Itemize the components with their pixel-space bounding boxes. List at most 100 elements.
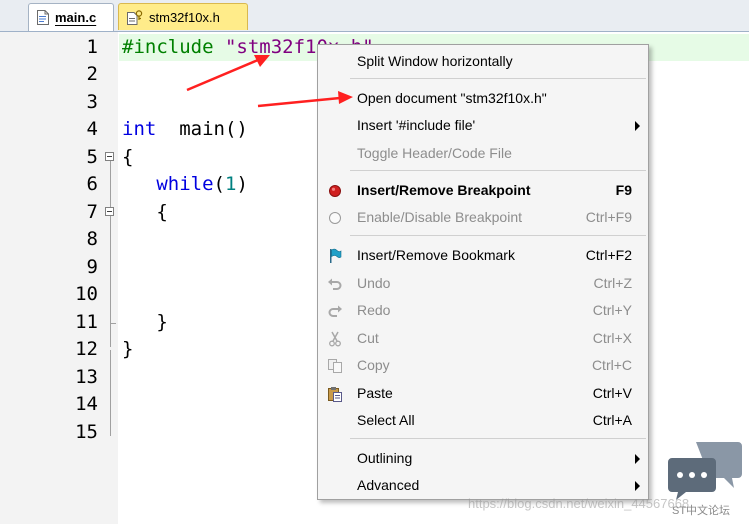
menu-separator bbox=[350, 170, 646, 171]
menu-item-shortcut: Ctrl+F2 bbox=[585, 247, 632, 263]
paste-icon bbox=[327, 385, 343, 402]
menu-item-label: Select All bbox=[357, 412, 415, 428]
line-number: 13 bbox=[75, 366, 98, 388]
tab-stm32f10x-h-label: stm32f10x.h bbox=[149, 9, 220, 25]
forum-logo-text: ST中文论坛 bbox=[672, 505, 731, 517]
redo-icon bbox=[327, 302, 343, 318]
menu-item-label: Paste bbox=[357, 385, 393, 401]
menu-item-toggle-header[interactable]: Toggle Header/Code File bbox=[318, 141, 648, 166]
line-number: 7 bbox=[86, 201, 98, 223]
menu-item-shortcut: Ctrl+X bbox=[592, 330, 632, 346]
tab-main-c-label: main.c bbox=[55, 10, 97, 25]
include-directive: #include bbox=[122, 36, 214, 58]
while-keyword: while bbox=[156, 173, 214, 195]
watermark-url: https://blog.csdn.net/weixin_44567668 bbox=[468, 496, 690, 511]
menu-item-shortcut: F9 bbox=[615, 182, 632, 198]
type-keyword: int bbox=[122, 118, 157, 140]
menu-item-insert-bookmark[interactable]: Insert/Remove Bookmark Ctrl+F2 bbox=[318, 243, 648, 268]
menu-item-paste[interactable]: Paste Ctrl+V bbox=[318, 381, 648, 406]
brace-close: } bbox=[156, 311, 168, 333]
fold-guide bbox=[110, 350, 111, 436]
code-line-4: int main() bbox=[122, 116, 248, 143]
line-number: 5 bbox=[86, 146, 98, 168]
menu-item-label: Cut bbox=[357, 330, 379, 346]
menu-item-undo[interactable]: Undo Ctrl+Z bbox=[318, 271, 648, 296]
line-number: 1 bbox=[86, 36, 98, 58]
menu-item-insert-include[interactable]: Insert '#include file' bbox=[318, 113, 648, 138]
menu-item-outlining[interactable]: Outlining bbox=[318, 446, 648, 471]
submenu-arrow-icon bbox=[635, 121, 640, 131]
line-number: 8 bbox=[86, 228, 98, 250]
menu-item-cut[interactable]: Cut Ctrl+X bbox=[318, 326, 648, 351]
breakpoint-disabled-icon bbox=[327, 209, 343, 225]
line-number: 9 bbox=[86, 256, 98, 278]
menu-separator bbox=[350, 78, 646, 79]
line-number: 10 bbox=[75, 283, 98, 305]
menu-separator bbox=[350, 235, 646, 236]
menu-item-shortcut: Ctrl+C bbox=[591, 357, 632, 373]
forum-logo-icon bbox=[668, 442, 742, 500]
fold-guide bbox=[110, 161, 111, 347]
menu-item-split-window[interactable]: Split Window horizontally bbox=[318, 49, 648, 74]
menu-item-shortcut: Ctrl+F9 bbox=[585, 209, 632, 225]
fold-toggle-main[interactable] bbox=[105, 152, 114, 161]
code-line-6: while(1) bbox=[122, 171, 248, 198]
cut-icon bbox=[327, 330, 343, 347]
code-line-11: } bbox=[122, 309, 168, 336]
line-number: 14 bbox=[75, 393, 98, 415]
menu-item-label: Split Window horizontally bbox=[357, 53, 513, 69]
menu-item-label: Enable/Disable Breakpoint bbox=[357, 209, 522, 225]
menu-item-label: Insert/Remove Breakpoint bbox=[357, 182, 531, 198]
copy-icon bbox=[327, 357, 343, 373]
editor-tab-bar: main.c stm32f10x.h bbox=[0, 0, 749, 32]
menu-item-label: Toggle Header/Code File bbox=[357, 145, 512, 161]
menu-item-shortcut: Ctrl+V bbox=[592, 385, 632, 401]
menu-item-redo[interactable]: Redo Ctrl+Y bbox=[318, 298, 648, 323]
menu-item-shortcut: Ctrl+A bbox=[592, 412, 632, 428]
menu-item-label: Copy bbox=[357, 357, 390, 373]
code-line-5: { bbox=[122, 146, 134, 168]
fold-guide-end bbox=[110, 323, 116, 324]
brace-open: { bbox=[156, 201, 168, 223]
line-number: 3 bbox=[86, 91, 98, 113]
number-literal: 1 bbox=[224, 173, 237, 195]
menu-item-shortcut: Ctrl+Z bbox=[593, 275, 633, 291]
line-number: 11 bbox=[75, 311, 98, 333]
tab-stm32f10x-h[interactable]: stm32f10x.h bbox=[118, 3, 248, 30]
submenu-arrow-icon bbox=[635, 481, 640, 491]
menu-item-label: Insert '#include file' bbox=[357, 117, 476, 133]
line-number: 4 bbox=[86, 118, 98, 140]
submenu-arrow-icon bbox=[635, 454, 640, 464]
menu-separator bbox=[350, 438, 646, 439]
menu-item-label: Outlining bbox=[357, 450, 413, 466]
code-line-12: } bbox=[122, 338, 134, 360]
menu-item-label: Redo bbox=[357, 302, 391, 318]
tab-main-c[interactable]: main.c bbox=[28, 3, 114, 31]
paren-open: ( bbox=[213, 173, 225, 195]
menu-item-enable-breakpoint[interactable]: Enable/Disable Breakpoint Ctrl+F9 bbox=[318, 205, 648, 230]
header-file-icon bbox=[127, 9, 143, 25]
menu-item-open-document[interactable]: Open document "stm32f10x.h" bbox=[318, 86, 648, 111]
undo-icon bbox=[327, 275, 343, 291]
line-number: 2 bbox=[86, 63, 98, 85]
line-number: 15 bbox=[75, 421, 98, 443]
menu-item-insert-breakpoint[interactable]: Insert/Remove Breakpoint F9 bbox=[318, 178, 648, 203]
paren-close: ) bbox=[236, 173, 248, 195]
bookmark-flag-icon bbox=[327, 247, 343, 263]
editor-context-menu: Split Window horizontally Open document … bbox=[317, 44, 649, 500]
menu-item-shortcut: Ctrl+Y bbox=[592, 302, 632, 318]
function-signature: main() bbox=[156, 118, 248, 140]
breakpoint-icon bbox=[327, 182, 343, 198]
fold-toggle-while[interactable] bbox=[105, 207, 114, 216]
code-line-7: { bbox=[122, 199, 168, 226]
menu-item-label: Open document "stm32f10x.h" bbox=[357, 90, 547, 106]
menu-item-label: Insert/Remove Bookmark bbox=[357, 247, 515, 263]
menu-item-label: Undo bbox=[357, 275, 391, 291]
line-number: 6 bbox=[86, 173, 98, 195]
menu-item-label: Advanced bbox=[357, 477, 420, 493]
menu-item-copy[interactable]: Copy Ctrl+C bbox=[318, 353, 648, 378]
line-number: 12 bbox=[75, 338, 98, 360]
menu-item-select-all[interactable]: Select All Ctrl+A bbox=[318, 408, 648, 433]
menu-item-advanced[interactable]: Advanced bbox=[318, 473, 648, 498]
c-file-icon bbox=[37, 10, 49, 25]
